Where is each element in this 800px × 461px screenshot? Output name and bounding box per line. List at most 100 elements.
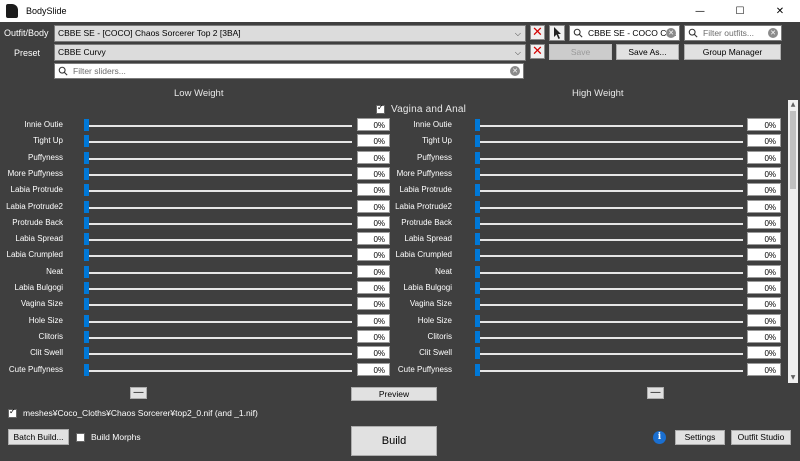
high-weight-value[interactable]: 0%: [747, 118, 781, 131]
high-weight-slider-track[interactable]: [475, 369, 743, 372]
high-weight-slider-thumb[interactable]: [475, 119, 480, 131]
high-weight-value[interactable]: 0%: [747, 329, 781, 343]
category-checkbox[interactable]: [376, 103, 385, 114]
low-weight-value[interactable]: 0%: [357, 134, 390, 148]
low-weight-slider-track[interactable]: [84, 304, 352, 307]
delete-outfit-button[interactable]: ✕: [530, 25, 545, 40]
clear-icon[interactable]: ✕: [666, 28, 676, 38]
low-weight-slider-track[interactable]: [84, 157, 352, 160]
output-path-toggle[interactable]: meshes¥Coco_Cloths¥Chaos Sorcerer¥top2_0…: [8, 407, 258, 418]
delete-preset-button[interactable]: ✕: [530, 44, 545, 59]
outfit-studio-button[interactable]: Outfit Studio: [731, 430, 791, 445]
high-weight-value[interactable]: 0%: [747, 215, 781, 229]
high-weight-value[interactable]: 0%: [747, 313, 781, 327]
category-toggle[interactable]: Vagina and Anal: [376, 103, 466, 115]
low-weight-slider-thumb[interactable]: [84, 119, 89, 131]
low-weight-slider-track[interactable]: [84, 288, 352, 290]
high-weight-slider-track[interactable]: [475, 353, 743, 356]
high-weight-slider-track[interactable]: [475, 239, 743, 242]
outfit-dropdown[interactable]: CBBE SE - [COCO] Chaos Sorcerer Top 2 [3…: [54, 25, 526, 42]
low-weight-slider-track[interactable]: [84, 255, 352, 258]
low-weight-value[interactable]: 0%: [357, 346, 390, 360]
low-weight-value[interactable]: 0%: [357, 264, 390, 278]
low-weight-slider-thumb[interactable]: [84, 363, 89, 376]
high-weight-slider-thumb[interactable]: [475, 216, 480, 229]
high-weight-slider-thumb[interactable]: [475, 151, 480, 164]
low-weight-slider-thumb[interactable]: [84, 184, 89, 197]
high-weight-slider-thumb[interactable]: [475, 363, 480, 376]
high-weight-value[interactable]: 0%: [747, 362, 781, 376]
scroll-down-icon[interactable]: ▼: [788, 373, 798, 383]
outfit-filter-input[interactable]: Filter outfits... ✕: [684, 25, 782, 41]
low-weight-slider-track[interactable]: [84, 239, 352, 242]
low-weight-slider-thumb[interactable]: [84, 233, 89, 246]
high-weight-value[interactable]: 0%: [747, 134, 781, 148]
high-weight-value[interactable]: 0%: [747, 297, 781, 311]
settings-button[interactable]: Settings: [675, 430, 725, 445]
slider-scrollbar[interactable]: ▲ ▼: [788, 100, 798, 383]
build-button[interactable]: Build: [351, 426, 437, 456]
high-weight-slider-track[interactable]: [475, 190, 743, 193]
close-window-button[interactable]: ✕: [760, 0, 800, 22]
batch-build-button[interactable]: Batch Build...: [8, 429, 69, 445]
low-weight-slider-thumb[interactable]: [84, 151, 89, 164]
low-weight-value[interactable]: 0%: [357, 232, 390, 246]
high-weight-slider-thumb[interactable]: [475, 298, 480, 311]
high-weight-value[interactable]: 0%: [747, 166, 781, 180]
high-weight-value[interactable]: 0%: [747, 264, 781, 278]
save-as-preset-button[interactable]: Save As...: [616, 44, 679, 60]
low-weight-slider-thumb[interactable]: [84, 265, 89, 278]
low-weight-value[interactable]: 0%: [357, 199, 390, 213]
build-morphs-toggle[interactable]: Build Morphs: [76, 432, 141, 442]
low-weight-slider-thumb[interactable]: [84, 200, 89, 213]
low-weight-value[interactable]: 0%: [357, 329, 390, 343]
high-weight-value[interactable]: 0%: [747, 150, 781, 164]
high-weight-value[interactable]: 0%: [747, 183, 781, 197]
high-weight-slider-thumb[interactable]: [475, 347, 480, 360]
save-preset-button[interactable]: Save: [549, 44, 612, 60]
high-weight-slider-track[interactable]: [475, 173, 743, 176]
low-weight-slider-track[interactable]: [84, 271, 352, 274]
low-weight-slider-track[interactable]: [84, 190, 352, 193]
low-weight-slider-track[interactable]: [84, 336, 352, 339]
high-weight-slider-thumb[interactable]: [475, 167, 480, 180]
low-weight-slider-thumb[interactable]: [84, 216, 89, 229]
high-weight-slider-thumb[interactable]: [475, 200, 480, 213]
maximize-button[interactable]: ☐: [720, 0, 760, 22]
high-weight-slider-thumb[interactable]: [475, 265, 480, 278]
high-weight-slider-track[interactable]: [475, 320, 743, 323]
low-weight-slider-thumb[interactable]: [84, 314, 89, 327]
high-weight-slider-track[interactable]: [475, 141, 743, 144]
high-weight-slider-track[interactable]: [475, 157, 743, 160]
high-weight-slider-track[interactable]: [475, 304, 743, 307]
low-weight-slider-track[interactable]: [84, 353, 352, 356]
build-morphs-checkbox[interactable]: [76, 432, 85, 442]
low-weight-slider-thumb[interactable]: [84, 249, 89, 262]
high-weight-minus-button[interactable]: —: [647, 387, 664, 399]
high-weight-value[interactable]: 0%: [747, 346, 781, 360]
low-weight-slider-track[interactable]: [84, 141, 352, 144]
preview-button[interactable]: Preview: [351, 387, 437, 401]
high-weight-slider-track[interactable]: [475, 222, 743, 225]
high-weight-slider-thumb[interactable]: [475, 233, 480, 246]
low-weight-slider-thumb[interactable]: [84, 347, 89, 360]
low-weight-slider-track[interactable]: [84, 206, 352, 209]
slider-filter-input[interactable]: Filter sliders... ✕: [54, 63, 524, 79]
info-icon[interactable]: i: [653, 431, 666, 444]
low-weight-value[interactable]: 0%: [357, 362, 390, 376]
group-filter-input[interactable]: CBBE SE - COCO Cha ✕: [569, 25, 680, 41]
high-weight-value[interactable]: 0%: [747, 281, 781, 294]
output-path-checkbox[interactable]: [8, 407, 17, 418]
high-weight-value[interactable]: 0%: [747, 199, 781, 213]
high-weight-slider-thumb[interactable]: [475, 249, 480, 262]
low-weight-value[interactable]: 0%: [357, 281, 390, 294]
high-weight-slider-thumb[interactable]: [475, 314, 480, 327]
low-weight-minus-button[interactable]: —: [130, 387, 147, 399]
low-weight-slider-thumb[interactable]: [84, 330, 89, 343]
low-weight-slider-track[interactable]: [84, 320, 352, 323]
low-weight-value[interactable]: 0%: [357, 297, 390, 311]
scroll-up-icon[interactable]: ▲: [788, 100, 798, 110]
select-cursor-button[interactable]: [549, 25, 565, 41]
high-weight-slider-track[interactable]: [475, 255, 743, 258]
low-weight-slider-thumb[interactable]: [84, 282, 89, 294]
